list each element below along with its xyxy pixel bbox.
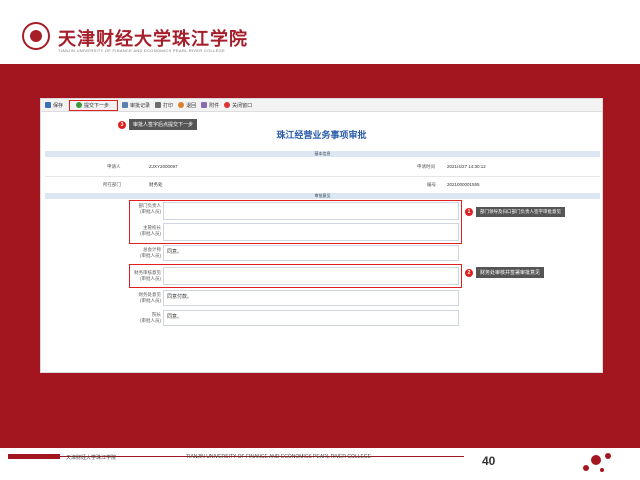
slide-header: 天津财经大学珠江学院 TIANJIN UNIVERSITY OF FINANCE… xyxy=(0,0,640,64)
toolbar-return[interactable]: 退回 xyxy=(178,102,196,109)
toolbar-attachment-label: 附件 xyxy=(209,102,220,109)
section-basic-info: 基本信息 xyxy=(45,151,600,157)
toolbar-print-label: 打印 xyxy=(163,102,174,109)
footer-school-en: TIANJIN UNIVERSITY OF FINANCE AND ECONOM… xyxy=(186,454,372,460)
section-approval: 审批意见 xyxy=(45,193,600,199)
next-step-highlight xyxy=(69,100,118,111)
footer-school-cn: 天津财经大学珠江学院 xyxy=(66,455,117,461)
page-number: 40 xyxy=(482,454,496,468)
president-label: 院长 (审批人员) xyxy=(140,312,161,323)
finance-dept-label: 财务处意见 (审批人员) xyxy=(138,292,162,303)
president-opinion-field[interactable]: 同意。 xyxy=(163,310,459,326)
toolbar-print[interactable]: 打印 xyxy=(155,102,173,109)
callout-dept-text: 部门领导及归口部门负责人签字审批意见 xyxy=(476,207,565,217)
toolbar-save-label: 保存 xyxy=(53,102,64,109)
decorative-dots-icon xyxy=(583,453,611,472)
apply-time-value: 2021/4/27 14:30:12 xyxy=(447,164,486,169)
applicant-value: ZJXY2000097 xyxy=(149,164,178,169)
chief-accountant-label: 总会计师 (审批人员) xyxy=(140,247,161,258)
department-label: 所在部门 xyxy=(103,182,121,187)
department-value: 财务处 xyxy=(149,182,163,187)
form-toolbar: 保存 提交下一步 审批记录 打印 退回 附件 关闭窗口 xyxy=(41,99,602,112)
school-seal-logo xyxy=(22,22,50,50)
toolbar-close-label: 关闭窗口 xyxy=(232,102,253,109)
form-title: 珠江经营业务事项审批 xyxy=(276,130,367,140)
chief-accountant-opinion-text: 同意。 xyxy=(167,249,183,255)
finance-review-highlight xyxy=(129,264,462,288)
close-icon xyxy=(224,102,231,108)
callout-finance-text: 财务处审核并签署审批意见 xyxy=(476,267,545,278)
callout-dept-approval: 1 部门领导及归口部门负责人签字审批意见 xyxy=(465,207,565,217)
toolbar-return-label: 退回 xyxy=(186,102,197,109)
callout-finance-number: 2 xyxy=(465,268,473,277)
toolbar-save[interactable]: 保存 xyxy=(45,102,63,109)
toolbar-record-label: 审批记录 xyxy=(130,102,151,109)
serial-value: 2021000001555 xyxy=(447,182,480,187)
basic-row: 申请人 ZJXY2000097 申请时间 2021/4/27 14:30:12 xyxy=(45,159,600,177)
finance-dept-opinion-text: 同意付款。 xyxy=(167,294,193,300)
callout-finance-review: 2 财务处审核并签署审批意见 xyxy=(465,267,545,278)
callout-dept-number: 1 xyxy=(465,208,473,216)
approval-screenshot: 保存 提交下一步 审批记录 打印 退回 附件 关闭窗口 3 审批人签字后点提交下… xyxy=(40,98,603,373)
finance-dept-opinion-field[interactable]: 同意付款。 xyxy=(163,290,459,306)
footer-rule-accent xyxy=(8,454,60,459)
return-icon xyxy=(178,102,185,108)
chief-accountant-opinion-field[interactable]: 同意。 xyxy=(163,245,459,261)
president-opinion-text: 同意。 xyxy=(167,314,183,320)
apply-time-label: 申请时间 xyxy=(417,164,435,169)
attachment-icon xyxy=(201,102,208,108)
dept-approval-highlight xyxy=(129,200,462,244)
print-icon xyxy=(155,102,162,108)
slide-footer: 天津财经大学珠江学院 TIANJIN UNIVERSITY OF FINANCE… xyxy=(0,448,640,480)
record-icon xyxy=(122,102,129,108)
toolbar-close[interactable]: 关闭窗口 xyxy=(224,102,252,109)
school-name-en: TIANJIN UNIVERSITY OF FINANCE AND ECONOM… xyxy=(58,48,225,53)
serial-label: 编号 xyxy=(427,182,436,187)
toolbar-attachment[interactable]: 附件 xyxy=(201,102,219,109)
toolbar-record[interactable]: 审批记录 xyxy=(122,102,150,109)
applicant-label: 申请人 xyxy=(107,164,121,169)
save-icon xyxy=(45,102,51,108)
